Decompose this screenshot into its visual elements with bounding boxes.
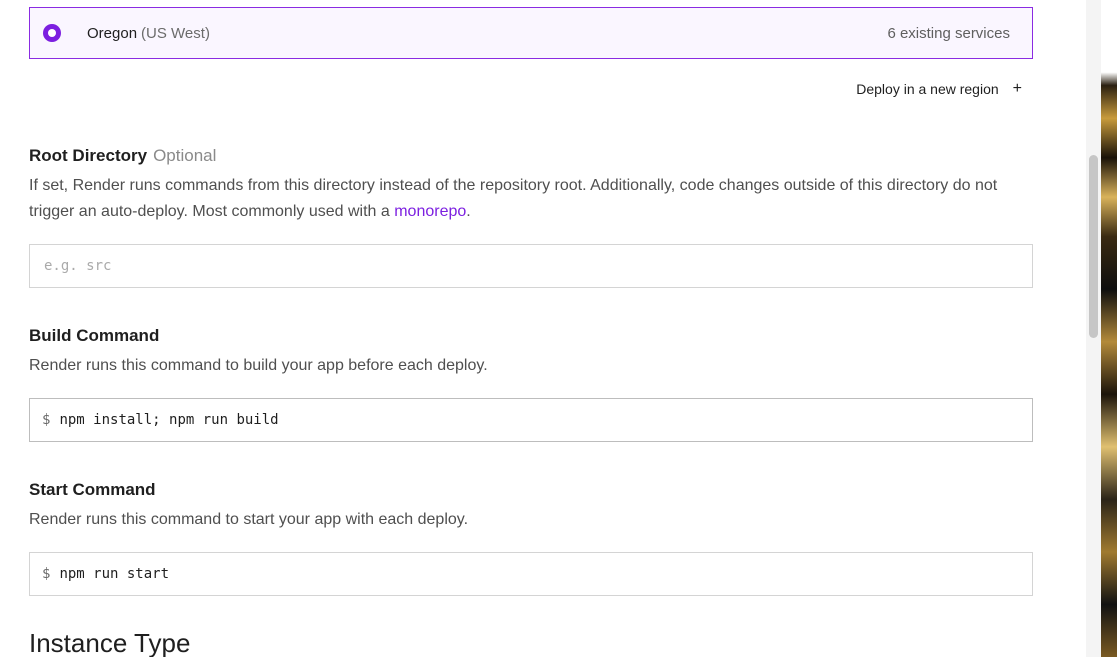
dollar-prompt: $ <box>42 566 51 582</box>
monorepo-link[interactable]: monorepo <box>394 203 466 220</box>
start-command-section: Start Command Render runs this command t… <box>29 480 1033 533</box>
deploy-new-region-button[interactable]: Deploy in a new region + <box>856 80 1022 98</box>
start-command-title: Start Command <box>29 480 156 499</box>
root-directory-section: Root Directory Optional If set, Render ru… <box>29 146 1033 225</box>
root-directory-title-text: Root Directory <box>29 146 148 165</box>
region-option-oregon[interactable]: Oregon (US West) 6 existing services <box>29 7 1033 59</box>
root-directory-desc-text: If set, Render runs commands from this d… <box>29 177 998 220</box>
start-command-description: Render runs this command to start your a… <box>29 511 469 528</box>
page: Oregon (US West) 6 existing services Depl… <box>0 0 1117 657</box>
start-command-field: $ <box>29 552 1033 596</box>
scrollbar-thumb[interactable] <box>1089 155 1098 338</box>
root-directory-title: Root Directory Optional <box>29 146 1033 166</box>
radio-selected-icon[interactable] <box>43 24 61 42</box>
deploy-new-region-label: Deploy in a new region <box>856 81 999 97</box>
scrollbar[interactable] <box>1086 0 1101 657</box>
existing-services-count: 6 existing services <box>887 24 1010 42</box>
region-name-text: Oregon <box>87 24 138 42</box>
build-command-section: Build Command Render runs this command t… <box>29 326 1033 379</box>
build-command-description: Render runs this command to build your a… <box>29 357 488 374</box>
region-name: Oregon (US West) <box>87 25 210 42</box>
background-image-strip <box>1101 0 1117 657</box>
root-directory-description: If set, Render runs commands from this d… <box>29 173 1033 225</box>
optional-label: Optional <box>153 146 217 165</box>
dollar-prompt: $ <box>42 412 51 428</box>
start-command-input[interactable] <box>59 566 1032 582</box>
root-directory-desc-end: . <box>466 203 471 220</box>
region-location: (US West) <box>141 24 210 42</box>
build-command-field: $ <box>29 398 1033 442</box>
plus-icon: + <box>1012 80 1022 97</box>
root-directory-input[interactable] <box>44 258 1032 274</box>
build-command-title: Build Command <box>29 326 160 345</box>
radio-dot <box>48 29 56 37</box>
instance-type-heading: Instance Type <box>29 628 191 657</box>
build-command-input[interactable] <box>59 412 1032 428</box>
root-directory-field <box>29 244 1033 288</box>
